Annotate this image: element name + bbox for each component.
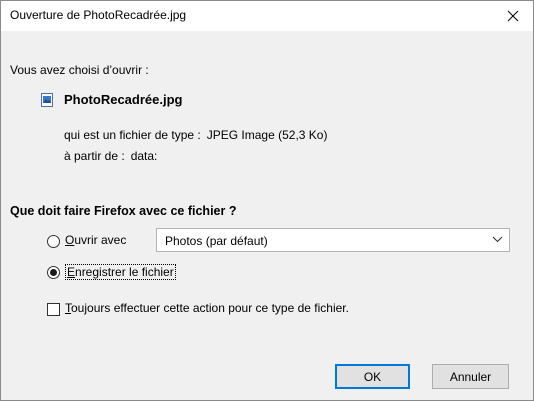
always-do-this-checkbox[interactable]: [47, 303, 60, 316]
image-file-icon: [41, 93, 53, 107]
cancel-button[interactable]: Annuler: [432, 364, 509, 389]
open-with-label[interactable]: Ouvrir avec: [65, 233, 126, 247]
file-type-label: qui est un fichier de type :: [64, 128, 201, 142]
file-source-value: data:: [130, 149, 158, 163]
open-with-label-text: uvrir avec: [74, 233, 127, 247]
close-button[interactable]: [493, 1, 533, 31]
file-source-row: à partir de : data:: [64, 149, 157, 163]
title-bar[interactable]: Ouverture de PhotoRecadrée.jpg: [1, 1, 533, 31]
file-type-row: qui est un fichier de type : JPEG Image (…: [64, 128, 327, 142]
application-select[interactable]: Photos (par défaut): [156, 228, 510, 252]
open-with-radio[interactable]: [47, 235, 60, 248]
file-type-value: JPEG Image (52,3 Ko): [206, 128, 328, 142]
chosen-label: Vous avez choisi d’ouvrir :: [10, 63, 149, 77]
ok-button[interactable]: OK: [335, 364, 410, 389]
save-file-label[interactable]: Enregistrer le fichier: [65, 264, 176, 280]
close-icon: [507, 10, 519, 22]
always-do-this-label[interactable]: Toujours effectuer cette action pour ce …: [65, 301, 349, 315]
chevron-down-icon: [492, 236, 503, 243]
save-file-radio[interactable]: [47, 266, 60, 279]
save-file-mnemonic: E: [67, 265, 76, 279]
always-do-this-label-text: oujours effectuer cette action pour ce t…: [71, 301, 349, 315]
application-select-value: Photos (par défaut): [165, 234, 268, 248]
download-dialog: Ouverture de PhotoRecadrée.jpg Vous avez…: [0, 0, 534, 401]
save-file-label-text: nregistrer le fichier: [75, 265, 174, 279]
open-with-mnemonic: O: [65, 233, 75, 247]
file-source-label: à partir de :: [64, 149, 125, 163]
action-question: Que doit faire Firefox avec ce fichier ?: [10, 204, 237, 218]
file-name: PhotoRecadrée.jpg: [64, 92, 183, 107]
window-title: Ouverture de PhotoRecadrée.jpg: [10, 8, 187, 22]
